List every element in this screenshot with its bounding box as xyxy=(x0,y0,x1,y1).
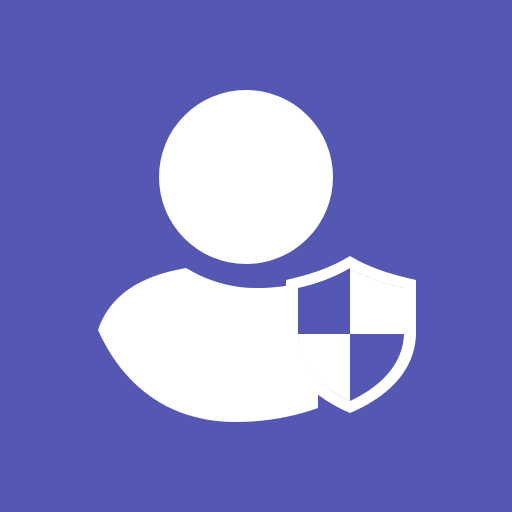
user-security-icon xyxy=(0,0,512,512)
user-head-shape xyxy=(159,90,333,264)
user-security-app-icon xyxy=(0,0,512,512)
